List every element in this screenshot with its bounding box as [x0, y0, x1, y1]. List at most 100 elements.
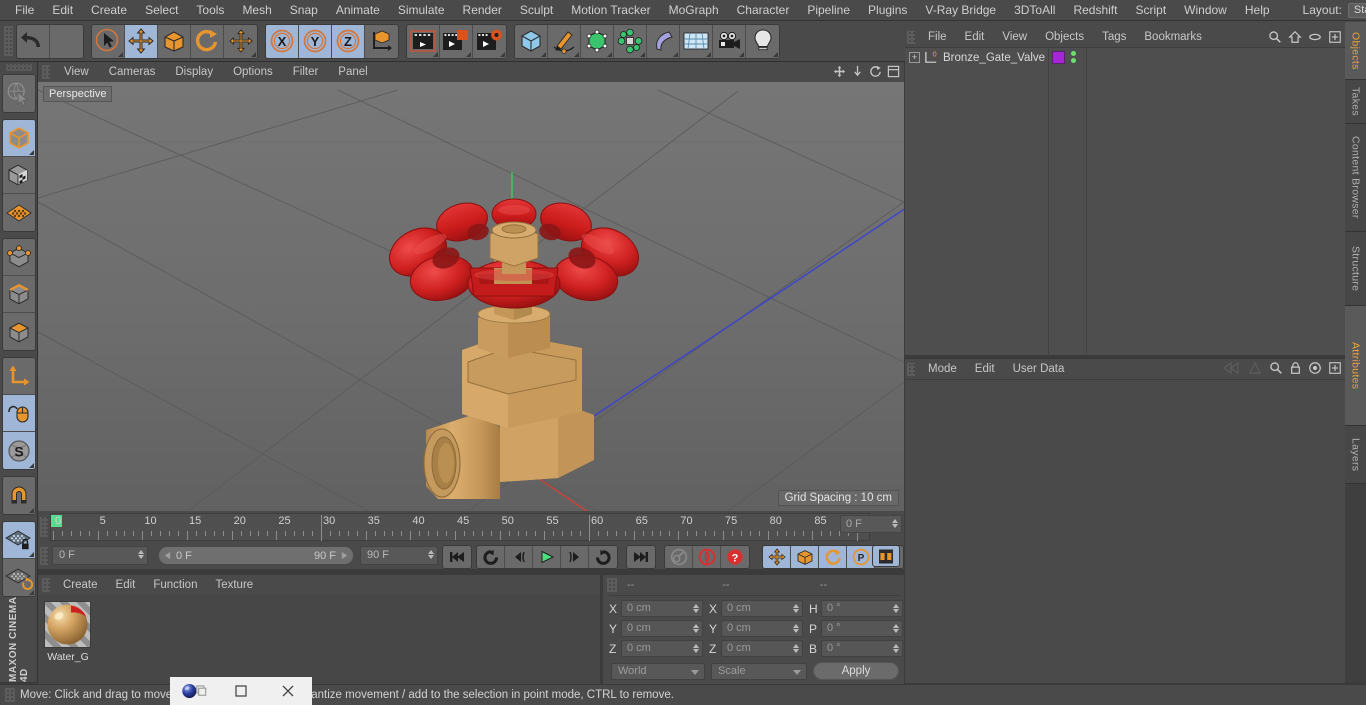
- maximize-view-icon[interactable]: [887, 65, 900, 78]
- go-to-end-button[interactable]: [627, 546, 655, 568]
- size-input[interactable]: 0 cm: [721, 600, 803, 617]
- menu-item-create[interactable]: Create: [82, 0, 136, 21]
- edge-mode-button[interactable]: [2, 276, 35, 313]
- preview-range-slider[interactable]: 0 F 90 F: [158, 546, 354, 565]
- material-menu-function[interactable]: Function: [144, 575, 206, 595]
- stepper-icon[interactable]: [428, 550, 434, 559]
- coordinate-system-dropdown[interactable]: World: [611, 662, 705, 680]
- render-view-button[interactable]: [407, 24, 440, 58]
- menu-item-sculpt[interactable]: Sculpt: [511, 0, 562, 21]
- axis-x-button[interactable]: X: [266, 24, 299, 58]
- bend-deformer-button[interactable]: [647, 24, 680, 58]
- menu-item-plugins[interactable]: Plugins: [859, 0, 916, 21]
- axis-y-button[interactable]: Y: [299, 24, 332, 58]
- light-button[interactable]: [746, 24, 779, 58]
- camera-button[interactable]: [713, 24, 746, 58]
- menu-item-3dtoall[interactable]: 3DToAll: [1005, 0, 1064, 21]
- menu-item-character[interactable]: Character: [728, 0, 799, 21]
- menu-item-tools[interactable]: Tools: [187, 0, 233, 21]
- restore-icon[interactable]: [217, 677, 264, 705]
- stepper-icon[interactable]: [693, 624, 699, 633]
- stepper-icon[interactable]: [793, 604, 799, 613]
- stepper-icon[interactable]: [893, 624, 899, 633]
- object-menu-file[interactable]: File: [919, 28, 956, 47]
- timeline-toggle-button[interactable]: [872, 545, 900, 567]
- soft-selection-button[interactable]: S: [2, 432, 35, 469]
- object-menu-view[interactable]: View: [993, 28, 1036, 47]
- menu-item-motion-tracker[interactable]: Motion Tracker: [562, 0, 659, 21]
- scale-key-button[interactable]: [791, 546, 819, 568]
- history-forward-icon[interactable]: [1247, 361, 1263, 375]
- vertical-tab-attributes[interactable]: Attributes: [1345, 306, 1366, 426]
- menu-item-help[interactable]: Help: [1236, 0, 1279, 21]
- vertical-tab-layers[interactable]: Layers: [1345, 426, 1366, 484]
- range-start-handle-icon[interactable]: [163, 551, 172, 560]
- workplane-rotate-button[interactable]: [2, 559, 35, 596]
- keyframe-selection-button[interactable]: ?: [721, 546, 749, 568]
- visibility-dots[interactable]: [1071, 51, 1076, 63]
- position-input[interactable]: 0 cm: [621, 620, 703, 637]
- menu-item-v-ray-bridge[interactable]: V-Ray Bridge: [916, 0, 1005, 21]
- menu-item-window[interactable]: Window: [1175, 0, 1236, 21]
- stepper-icon[interactable]: [693, 644, 699, 653]
- rotation-key-button[interactable]: [819, 546, 847, 568]
- attributes-menu-user-data[interactable]: User Data: [1004, 359, 1074, 379]
- object-row-bronze-gate-valve[interactable]: + 0 Bronze_Gate_Valve: [905, 48, 1345, 67]
- point-mode-button[interactable]: [2, 239, 35, 276]
- floor-environment-button[interactable]: [680, 24, 713, 58]
- viewport-menu-panel[interactable]: Panel: [328, 62, 377, 82]
- transform-mode-dropdown[interactable]: Scale: [711, 662, 807, 680]
- object-menu-edit[interactable]: Edit: [956, 28, 994, 47]
- viewport-menu-options[interactable]: Options: [223, 62, 283, 82]
- stepper-icon[interactable]: [892, 519, 898, 528]
- viewport-menu-view[interactable]: View: [54, 62, 99, 82]
- current-frame-field[interactable]: 0 F: [52, 546, 148, 565]
- record-key-button[interactable]: [665, 546, 693, 568]
- menu-item-simulate[interactable]: Simulate: [389, 0, 454, 21]
- position-key-button[interactable]: [763, 546, 791, 568]
- select-cursor-button[interactable]: [92, 24, 125, 58]
- timeline-frame-field[interactable]: 0 F: [840, 515, 902, 533]
- vertical-tab-structure[interactable]: Structure: [1345, 232, 1366, 306]
- stepper-icon[interactable]: [693, 604, 699, 613]
- object-menu-objects[interactable]: Objects: [1036, 28, 1093, 47]
- object-menu-tags[interactable]: Tags: [1093, 28, 1135, 47]
- material-menu-edit[interactable]: Edit: [107, 575, 145, 595]
- next-key-button[interactable]: [589, 546, 617, 568]
- object-tree[interactable]: + 0 Bronze_Gate_Valve: [905, 47, 1345, 356]
- step-forward-button[interactable]: [561, 546, 589, 568]
- render-visibility-icon[interactable]: [1071, 58, 1076, 63]
- magnet-button[interactable]: [2, 477, 35, 514]
- render-settings-button[interactable]: [473, 24, 506, 58]
- app-icon[interactable]: [170, 677, 217, 705]
- add-tab-icon[interactable]: [1328, 361, 1342, 375]
- move-tool-button[interactable]: [125, 24, 158, 58]
- position-input[interactable]: 0 cm: [621, 600, 703, 617]
- viewport-menu-cameras[interactable]: Cameras: [99, 62, 166, 82]
- menu-item-redshift[interactable]: Redshift: [1064, 0, 1126, 21]
- previous-key-button[interactable]: [477, 546, 505, 568]
- autokey-button[interactable]: [693, 546, 721, 568]
- vertical-tab-objects[interactable]: Objects: [1345, 22, 1366, 80]
- menu-item-select[interactable]: Select: [136, 0, 187, 21]
- undo-button[interactable]: [17, 24, 50, 58]
- lock-icon[interactable]: [1289, 361, 1302, 375]
- rotation-input[interactable]: 0 °: [821, 600, 903, 617]
- vertical-tab-content-browser[interactable]: Content Browser: [1345, 124, 1366, 232]
- step-back-button[interactable]: [505, 546, 533, 568]
- rotation-input[interactable]: 0 °: [821, 640, 903, 657]
- play-button[interactable]: [533, 546, 561, 568]
- attributes-menu-mode[interactable]: Mode: [919, 359, 966, 379]
- enable-mouse-button[interactable]: [2, 395, 35, 432]
- stepper-icon[interactable]: [793, 624, 799, 633]
- viewport-menu-display[interactable]: Display: [165, 62, 223, 82]
- close-icon[interactable]: [265, 677, 312, 705]
- array-deformer-button[interactable]: [614, 24, 647, 58]
- live-selection-button[interactable]: [2, 75, 35, 112]
- rotate-tool-button[interactable]: [191, 24, 224, 58]
- polygon-mode-button[interactable]: [2, 313, 35, 350]
- generator-nurbs-button[interactable]: [581, 24, 614, 58]
- menu-item-mograph[interactable]: MoGraph: [660, 0, 728, 21]
- move-alt-button[interactable]: [224, 24, 257, 58]
- scale-tool-button[interactable]: [158, 24, 191, 58]
